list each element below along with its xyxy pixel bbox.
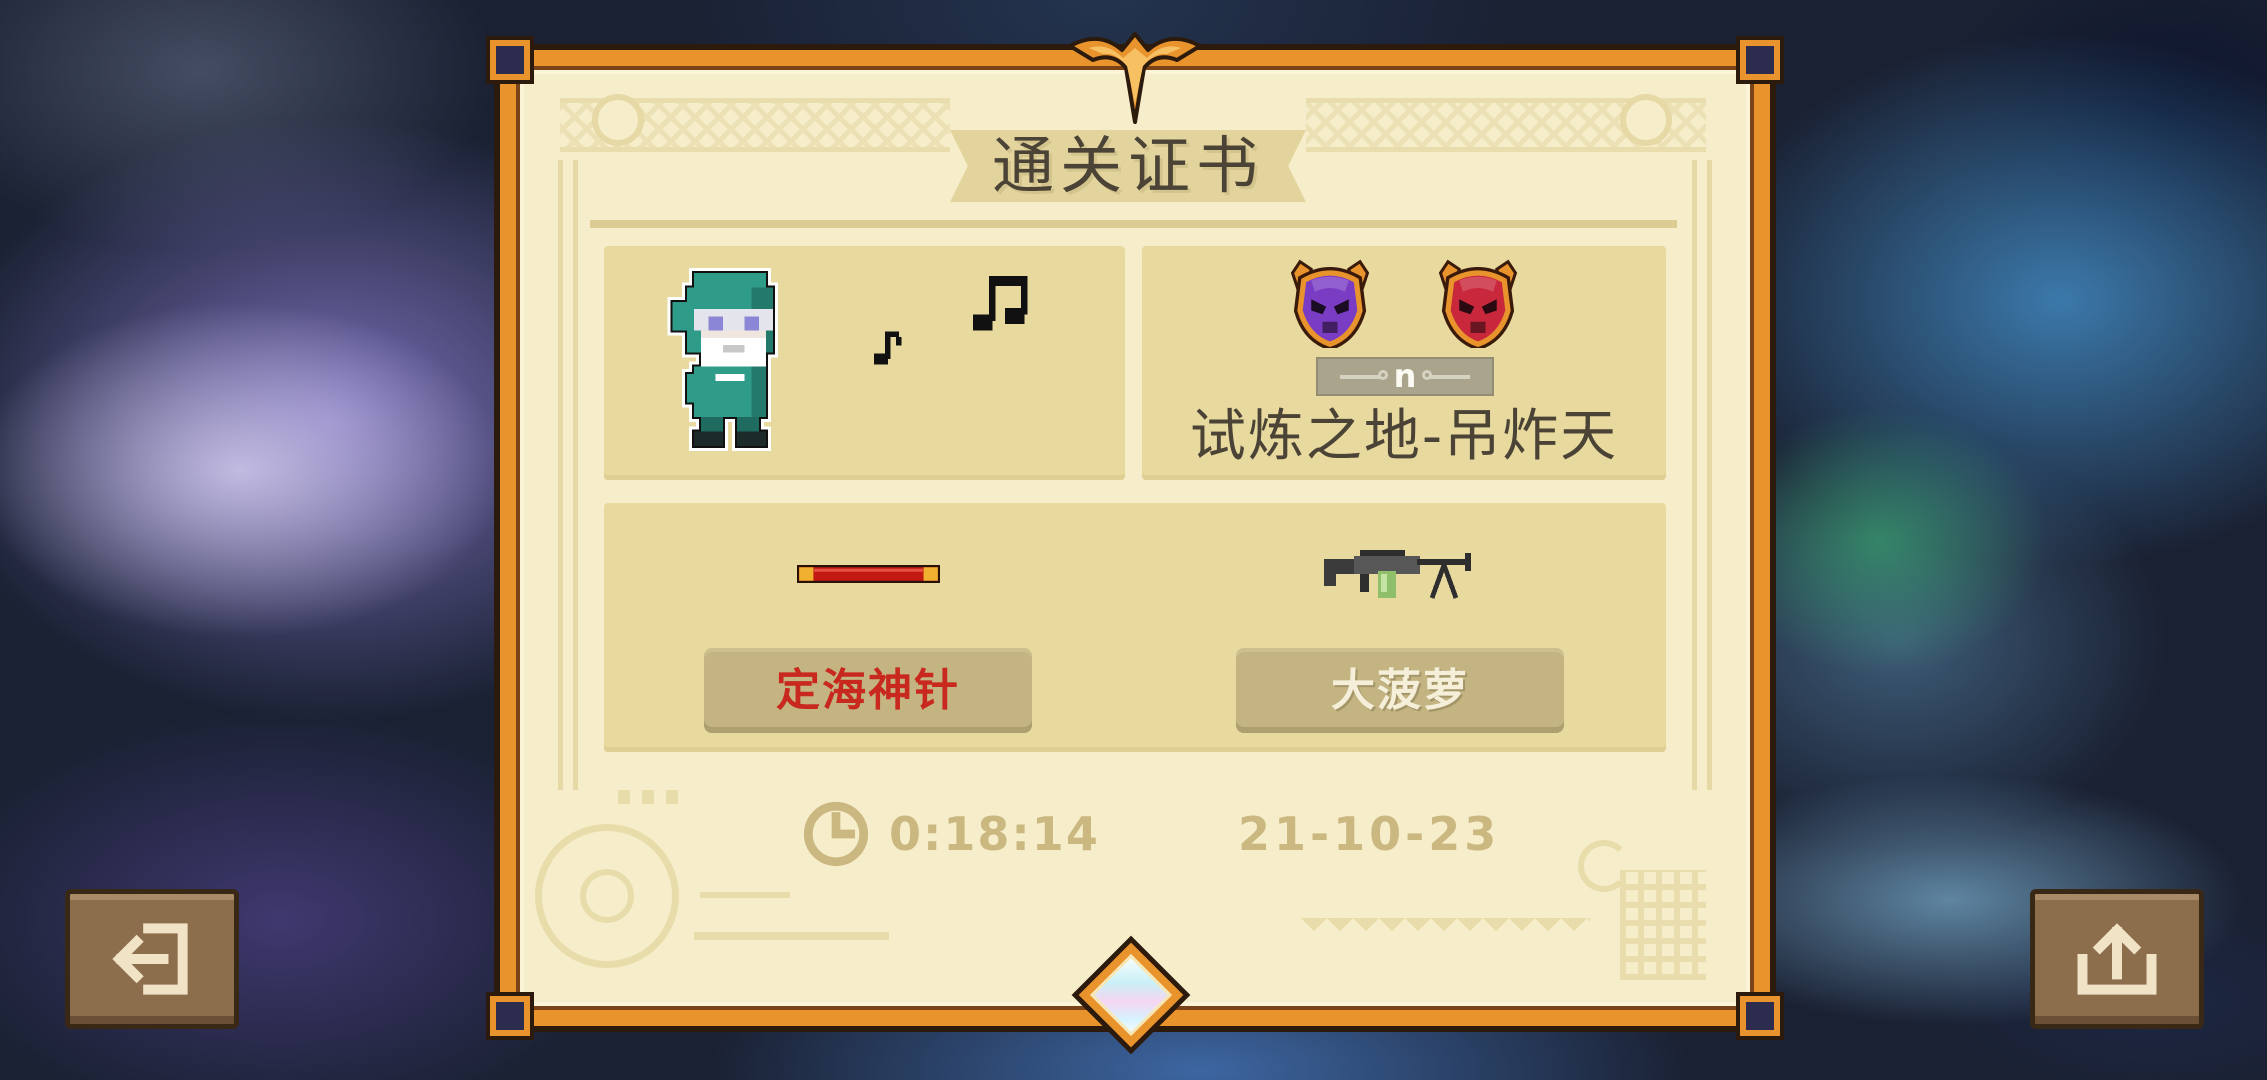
ornament-grid	[1620, 870, 1706, 980]
music-notes-icon	[973, 276, 1028, 331]
side-ornament-line	[1692, 160, 1712, 790]
title-divider	[590, 220, 1677, 228]
frame-corner	[490, 40, 530, 80]
clock-icon	[803, 801, 869, 867]
share-icon	[2077, 923, 2157, 995]
machine-gun-icon	[1324, 550, 1471, 599]
ornament-knot	[1620, 94, 1672, 146]
share-button[interactable]	[2030, 889, 2204, 1029]
badge-ornament	[1422, 369, 1471, 380]
character-sprite	[672, 273, 774, 446]
weapons-panel: 定海神针 大菠萝	[604, 503, 1666, 752]
difficulty-badge-label: n	[1393, 357, 1417, 395]
weapon-name-label: 大菠萝	[1236, 648, 1564, 733]
weapon-name-label: 定海神针	[704, 648, 1032, 733]
staff-weapon-icon	[797, 565, 940, 583]
clear-certificate: 通关证书 n 试炼之地-吊炸天 定海神针 大菠萝 0:18:14 21-10-2…	[490, 32, 1780, 1036]
clear-time: 0:18:14	[889, 807, 1100, 861]
certificate-title: 通关证书	[991, 129, 1264, 202]
difficulty-badge: n	[1316, 357, 1494, 396]
side-ornament-line	[558, 160, 578, 790]
exit-button[interactable]	[65, 889, 239, 1029]
ornament-line	[700, 892, 790, 898]
stage-panel: n 试炼之地-吊炸天	[1142, 246, 1666, 480]
demon-head-icon	[1438, 259, 1518, 348]
exit-icon	[112, 923, 188, 995]
character-panel	[604, 246, 1125, 480]
ornament-zigzag	[1301, 918, 1590, 944]
demon-head-icon	[1290, 259, 1370, 348]
stage-name: 试炼之地-吊炸天	[1189, 404, 1619, 469]
frame-corner	[1740, 996, 1780, 1036]
badge-ornament	[1339, 369, 1388, 380]
clear-date: 21-10-23	[1238, 807, 1501, 861]
frame-crest-ornament	[1068, 32, 1202, 124]
ornament-knot	[592, 94, 644, 146]
gem-frame	[1078, 942, 1184, 1048]
gem-crystal	[1089, 953, 1173, 1037]
ornament-dots	[618, 790, 678, 804]
music-note-icon	[874, 331, 902, 365]
ornament-line	[694, 932, 889, 940]
corner-ornament	[535, 824, 679, 968]
gem-ornament	[1073, 937, 1189, 1053]
frame-corner	[490, 996, 530, 1036]
frame-corner	[1740, 40, 1780, 80]
